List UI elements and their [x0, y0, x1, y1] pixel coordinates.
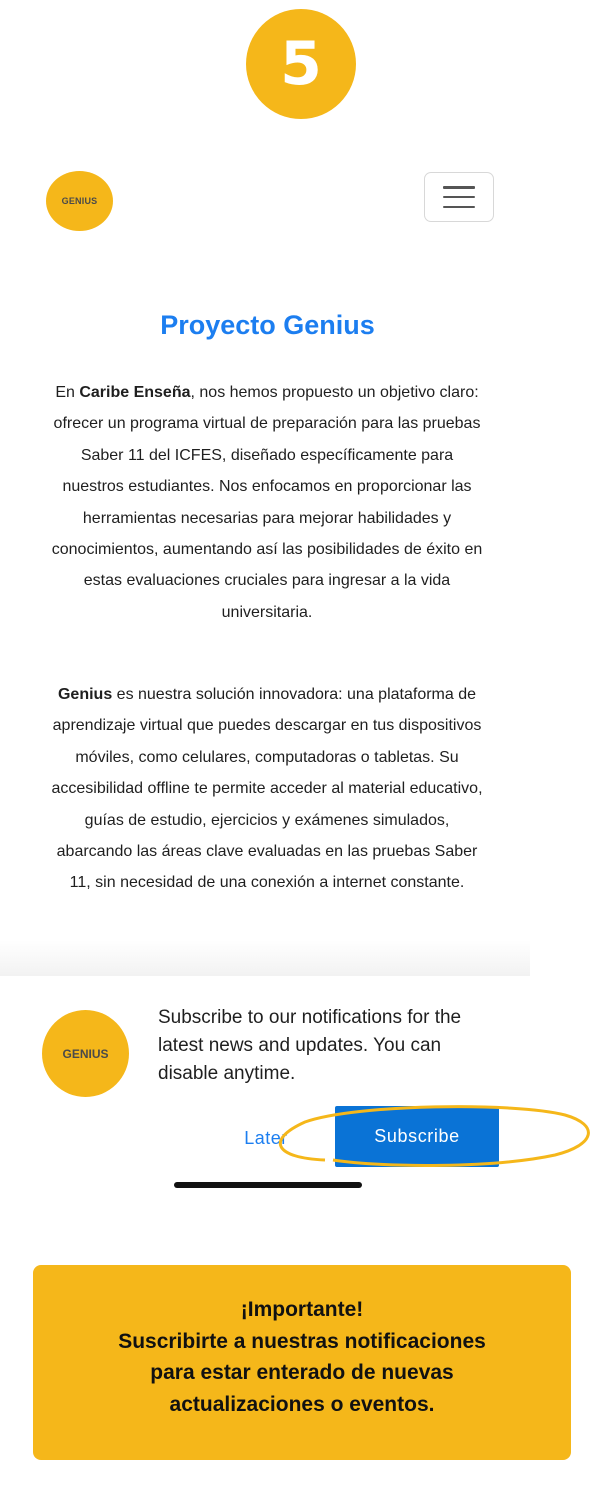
- notice-line: Suscribirte a nuestras notificaciones: [118, 1329, 486, 1353]
- home-indicator: [174, 1182, 362, 1188]
- hamburger-menu-icon: [443, 186, 475, 208]
- prompt-genius-logo: GENIUS: [42, 1010, 129, 1097]
- later-button[interactable]: Later: [226, 1120, 306, 1156]
- intro-paragraph: En Caribe Enseña, nos hemos propuesto un…: [51, 384, 483, 621]
- genius-bold: Genius: [57, 686, 113, 703]
- step-number-badge: 5: [246, 9, 356, 119]
- menu-toggle-button[interactable]: [424, 172, 494, 222]
- page-title: Proyecto Genius: [160, 310, 375, 340]
- content-fade-divider: [0, 940, 530, 976]
- subscribe-prompt-message: Subscribe to our notifications for the l…: [158, 1007, 462, 1084]
- notice-line: para estar enterado de nuevas: [150, 1361, 454, 1384]
- caribe-ensena-bold: Caribe Enseña: [79, 384, 191, 401]
- genius-logo[interactable]: GENIUS: [46, 171, 113, 231]
- important-notice-box: ¡Importante! Suscribirte a nuestras noti…: [33, 1265, 571, 1460]
- subscribe-button[interactable]: Subscribe: [335, 1106, 499, 1167]
- genius-paragraph: Genius es nuestra solución innovadora: u…: [51, 686, 483, 892]
- notice-heading: ¡Importante!: [240, 1298, 364, 1321]
- notice-line: actualizaciones o eventos.: [169, 1392, 435, 1416]
